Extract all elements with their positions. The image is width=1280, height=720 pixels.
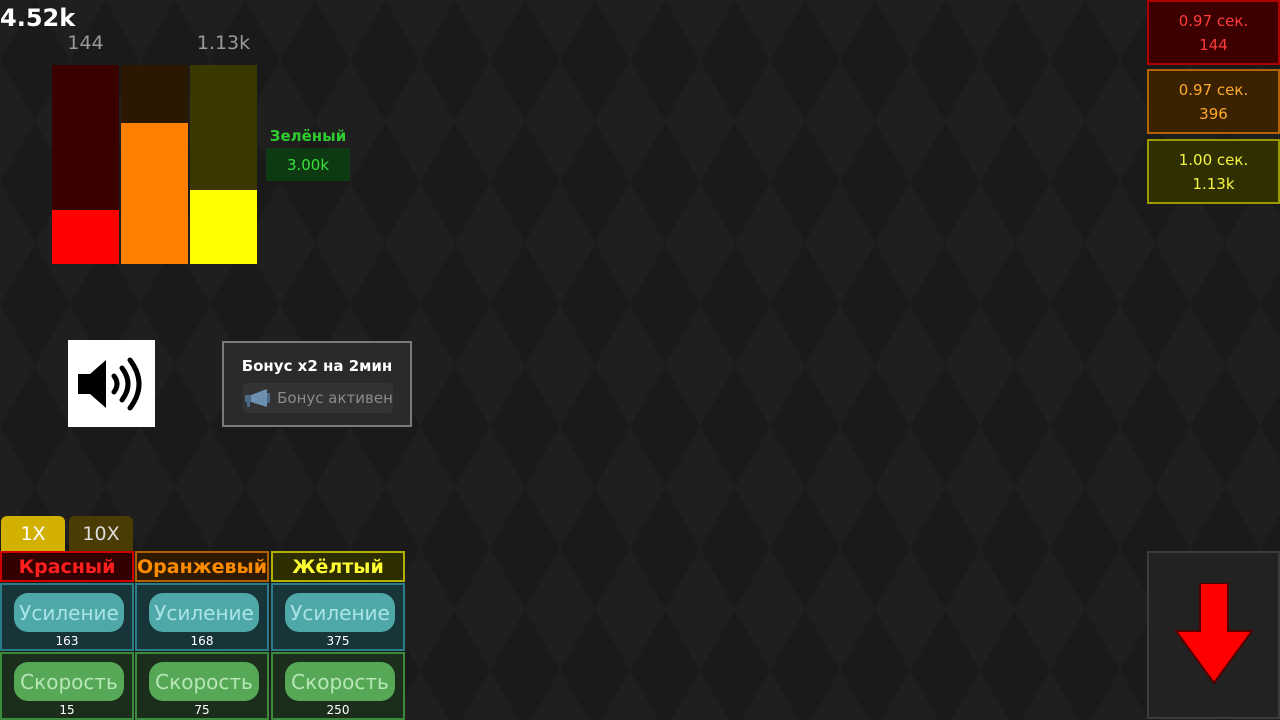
bar-yellow-label: 1.13k — [196, 32, 251, 54]
megaphone-icon — [245, 389, 271, 407]
boost-button-red[interactable]: Усиление — [14, 593, 124, 632]
timer-orange-value: 396 — [1199, 104, 1228, 123]
bar-red — [52, 65, 119, 264]
boost-cell-red: Усиление 163 — [0, 583, 134, 651]
timer-orange: 0.97 сек. 396 — [1147, 69, 1280, 134]
column-header-red: Красный — [0, 551, 134, 582]
bar-red-fill — [52, 210, 119, 264]
speed-cell-orange: Скорость 75 — [135, 652, 269, 720]
speaker-icon — [77, 357, 141, 410]
boost-count-orange: 168 — [190, 634, 214, 648]
timer-red: 0.97 сек. 144 — [1147, 0, 1280, 65]
timer-yellow-value: 1.13k — [1192, 174, 1235, 193]
tab-10x[interactable]: 10X — [69, 516, 133, 551]
timer-orange-time: 0.97 сек. — [1178, 80, 1249, 99]
boost-count-yellow: 375 — [326, 634, 350, 648]
speed-count-orange: 75 — [194, 703, 210, 717]
bar-orange — [121, 65, 188, 264]
timer-yellow: 1.00 сек. 1.13k — [1147, 139, 1280, 204]
bonus-title: Бонус x2 на 2мин — [241, 357, 393, 375]
boost-cell-orange: Усиление 168 — [135, 583, 269, 651]
column-header-orange: Оранжевый — [135, 551, 269, 582]
bonus-status-button[interactable]: Бонус активен — [243, 383, 393, 413]
sound-button[interactable] — [68, 340, 155, 427]
drop-button[interactable] — [1147, 551, 1280, 719]
boost-count-red: 163 — [55, 634, 79, 648]
column-header-yellow: Жёлтый — [271, 551, 405, 582]
bonus-panel[interactable]: Бонус x2 на 2мин Бонус активен — [222, 341, 412, 427]
timer-yellow-time: 1.00 сек. — [1178, 150, 1249, 169]
bar-yellow — [190, 65, 257, 264]
speed-button-orange[interactable]: Скорость — [149, 662, 259, 701]
boost-button-orange[interactable]: Усиление — [149, 593, 259, 632]
speed-cell-red: Скорость 15 — [0, 652, 134, 720]
timer-red-time: 0.97 сек. — [1178, 11, 1249, 30]
bonus-status-label: Бонус активен — [277, 389, 393, 407]
total-score: 4.52k — [0, 4, 76, 32]
bar-yellow-fill — [190, 190, 257, 264]
boost-cell-yellow: Усиление 375 — [271, 583, 405, 651]
bar-orange-fill — [121, 122, 188, 264]
speed-button-red[interactable]: Скорость — [14, 662, 124, 701]
speed-count-red: 15 — [59, 703, 75, 717]
speed-button-yellow[interactable]: Скорость — [285, 662, 395, 701]
bar-red-label: 144 — [67, 32, 104, 54]
green-value: 3.00k — [266, 148, 350, 181]
arrow-down-icon — [1173, 583, 1254, 685]
timer-red-value: 144 — [1199, 35, 1228, 54]
boost-button-yellow[interactable]: Усиление — [285, 593, 395, 632]
speed-cell-yellow: Скорость 250 — [271, 652, 405, 720]
green-label: Зелёный — [269, 127, 347, 145]
speed-count-yellow: 250 — [326, 703, 350, 717]
tab-1x[interactable]: 1X — [1, 516, 65, 551]
